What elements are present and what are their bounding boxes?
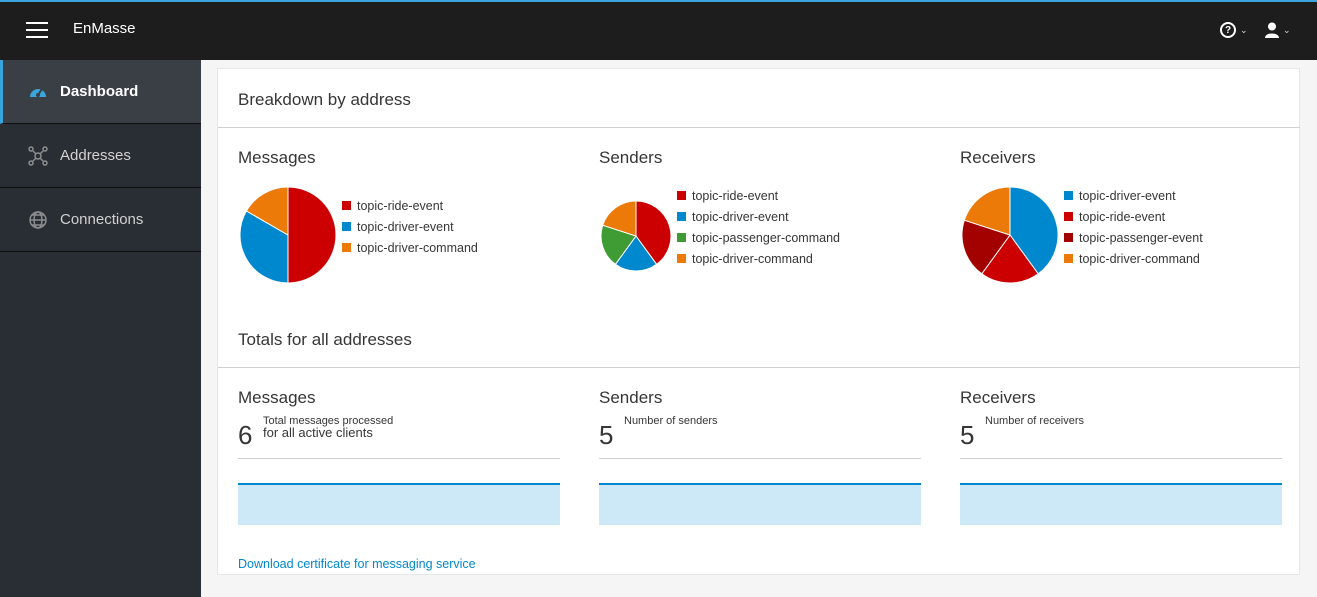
divider: [218, 367, 1300, 368]
legend-item: topic-ride-event: [677, 185, 840, 206]
legend-item: topic-driver-command: [342, 237, 478, 258]
help-menu[interactable]: ? ⌄: [1220, 22, 1248, 38]
senders-total-title: Senders: [599, 388, 663, 407]
legend-label: topic-driver-command: [692, 251, 813, 266]
brand-name: EnMasse: [73, 20, 136, 37]
legend-swatch: [342, 201, 351, 210]
senders-sparkline: [599, 483, 921, 525]
sidebar-item-dashboard[interactable]: Dashboard: [0, 60, 201, 124]
senders-total-card: Senders 5 Number of senders: [599, 388, 921, 528]
legend-item: topic-driver-event: [342, 216, 478, 237]
senders-total-desc: Number of senders: [624, 415, 718, 427]
senders-pie-chart: [600, 200, 672, 272]
senders-total-value: 5: [599, 420, 614, 450]
messages-total-title: Messages: [238, 388, 316, 407]
legend-item: topic-driver-command: [1064, 248, 1203, 269]
legend-label: topic-driver-event: [692, 209, 789, 224]
sidebar-item-connections[interactable]: Connections: [0, 188, 201, 252]
legend-label: topic-passenger-event: [1079, 230, 1203, 245]
legend-label: topic-passenger-command: [692, 230, 840, 245]
legend-swatch: [342, 222, 351, 231]
legend-swatch: [677, 191, 686, 200]
desc-line: Number of senders: [624, 415, 718, 427]
legend-item: topic-driver-command: [677, 248, 840, 269]
dashboard-icon: [28, 82, 48, 102]
totals-title: Totals for all addresses: [238, 330, 412, 349]
top-navbar: EnMasse ? ⌄ ⌄: [0, 0, 1317, 60]
receivers-legend: topic-driver-event topic-ride-event topi…: [1064, 185, 1203, 269]
question-circle-icon: ?: [1220, 22, 1236, 38]
chevron-down-icon: ⌄: [1283, 24, 1291, 35]
dashboard-card: Breakdown by address Messages topic-ride…: [217, 68, 1300, 575]
desc-line: Number of receivers: [985, 415, 1085, 427]
globe-icon: [28, 210, 48, 230]
legend-swatch: [342, 243, 351, 252]
network-icon: [28, 145, 48, 166]
messages-total-card: Messages 6 Total messages processed for …: [238, 388, 560, 528]
sidebar-item-addresses[interactable]: Addresses: [0, 124, 201, 188]
senders-pie-block: Senders: [599, 148, 939, 168]
legend-label: topic-ride-event: [357, 198, 444, 213]
legend-item: topic-ride-event: [342, 195, 478, 216]
divider: [238, 458, 560, 459]
sidebar-item-label: Dashboard: [60, 83, 139, 100]
sidebar-item-label: Connections: [60, 211, 144, 228]
receivers-sparkline: [960, 483, 1282, 525]
messages-pie-chart: [239, 186, 337, 284]
legend-label: topic-ride-event: [1079, 209, 1166, 224]
legend-swatch: [1064, 191, 1073, 200]
legend-label: topic-driver-command: [1079, 251, 1200, 266]
legend-swatch: [1064, 233, 1073, 242]
chevron-down-icon: ⌄: [1240, 24, 1248, 35]
receivers-total-card: Receivers 5 Number of receivers: [960, 388, 1282, 528]
sidebar-item-label: Addresses: [60, 147, 131, 164]
sidebar: Dashboard Addresses Connections: [0, 60, 201, 597]
receivers-total-desc: Number of receivers: [985, 415, 1084, 427]
messages-total-desc: Total messages processed for all active …: [263, 415, 393, 439]
receivers-pie-title: Receivers: [960, 148, 1036, 167]
receivers-total-title: Receivers: [960, 388, 1036, 407]
pie-slice: [287, 186, 337, 284]
hamburger-menu-icon[interactable]: [26, 22, 48, 40]
messages-sparkline: [238, 483, 560, 525]
messages-legend: topic-ride-event topic-driver-event topi…: [342, 195, 478, 258]
receivers-total-value: 5: [960, 420, 975, 450]
messages-total-value: 6: [238, 420, 253, 450]
legend-item: topic-passenger-command: [677, 227, 840, 248]
breakdown-title: Breakdown by address: [238, 90, 411, 109]
legend-item: topic-driver-event: [677, 206, 840, 227]
legend-swatch: [1064, 254, 1073, 263]
senders-legend: topic-ride-event topic-driver-event topi…: [677, 185, 840, 269]
divider: [218, 127, 1300, 128]
legend-label: topic-ride-event: [692, 188, 779, 203]
divider: [599, 458, 921, 459]
legend-label: topic-driver-command: [357, 240, 478, 255]
legend-swatch: [677, 212, 686, 221]
legend-item: topic-passenger-event: [1064, 227, 1203, 248]
desc-line: for all active clients: [263, 425, 373, 440]
legend-item: topic-ride-event: [1064, 206, 1203, 227]
legend-swatch: [1064, 212, 1073, 221]
divider: [960, 458, 1282, 459]
messages-pie-block: Messages: [238, 148, 578, 168]
legend-swatch: [677, 233, 686, 242]
user-menu[interactable]: ⌄: [1265, 22, 1291, 38]
legend-label: topic-driver-event: [357, 219, 454, 234]
receivers-pie-chart: [961, 186, 1059, 284]
receivers-pie-block: Receivers: [960, 148, 1300, 168]
user-icon: [1265, 22, 1279, 38]
legend-label: topic-driver-event: [1079, 188, 1176, 203]
legend-swatch: [677, 254, 686, 263]
legend-item: topic-driver-event: [1064, 185, 1203, 206]
messages-pie-title: Messages: [238, 148, 316, 167]
senders-pie-title: Senders: [599, 148, 663, 167]
download-certificate-link[interactable]: Download certificate for messaging servi…: [238, 557, 476, 571]
